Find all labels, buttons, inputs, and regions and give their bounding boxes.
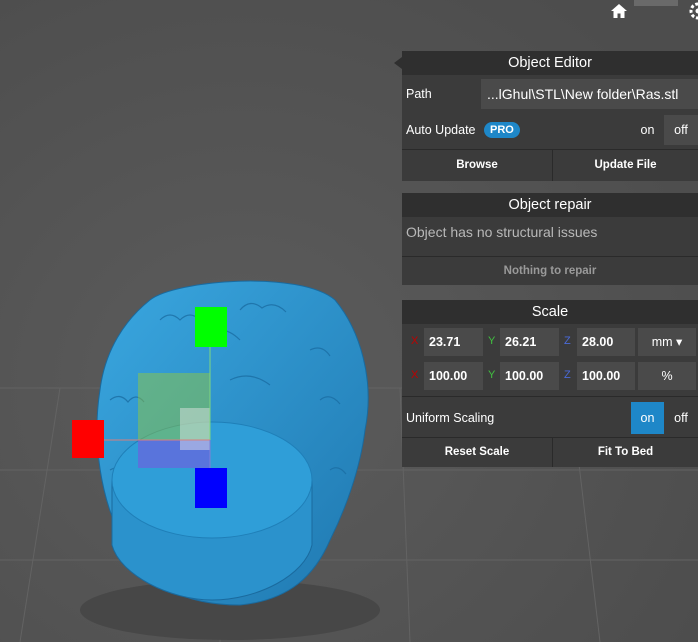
uniform-scaling-off[interactable]: off: [664, 402, 698, 434]
unit-select[interactable]: mm ▾: [638, 328, 696, 356]
object-repair-panel: Object repair Object has no structural i…: [402, 193, 698, 285]
panel-caret: [394, 57, 402, 69]
axis-z-label: Z: [564, 369, 571, 381]
fit-to-bed-button[interactable]: Fit To Bed: [553, 438, 698, 467]
axis-y-label: Y: [488, 335, 496, 347]
percent-x-input[interactable]: 100.00: [424, 362, 483, 390]
path-field[interactable]: ...lGhul\STL\New folder\Ras.stl: [481, 79, 698, 109]
size-y-input[interactable]: 26.21: [500, 328, 559, 356]
repair-status-text: Object has no structural issues: [406, 224, 598, 240]
axis-x-label: X: [411, 335, 419, 347]
gizmo-z-handle: [195, 468, 227, 508]
pro-badge: PRO: [484, 122, 520, 138]
size-x-input[interactable]: 23.71: [424, 328, 483, 356]
axis-y-label: Y: [488, 369, 496, 381]
toolbar-button-box[interactable]: [634, 0, 678, 6]
percent-z-input[interactable]: 100.00: [577, 362, 635, 390]
gizmo-x-handle: [72, 420, 104, 458]
object-editor-title: Object Editor: [402, 51, 698, 75]
size-z-input[interactable]: 28.00: [577, 328, 635, 356]
percent-unit: %: [638, 362, 696, 390]
uniform-scaling-label: Uniform Scaling: [406, 411, 495, 425]
nothing-to-repair-button: Nothing to repair: [402, 257, 698, 285]
gear-icon[interactable]: [686, 2, 698, 23]
path-label: Path: [406, 87, 432, 101]
gizmo-y-handle: [195, 307, 227, 347]
update-file-button[interactable]: Update File: [553, 150, 698, 180]
auto-update-on[interactable]: on: [631, 115, 664, 145]
uniform-scaling-on[interactable]: on: [631, 402, 664, 434]
home-icon[interactable]: [610, 2, 628, 23]
gizmo-plane-yz: [180, 408, 210, 450]
auto-update-off[interactable]: off: [664, 115, 698, 145]
axis-z-label: Z: [564, 335, 571, 347]
axis-x-label: X: [411, 369, 419, 381]
percent-y-input[interactable]: 100.00: [500, 362, 559, 390]
auto-update-label: Auto Update: [406, 123, 476, 137]
browse-button[interactable]: Browse: [402, 150, 552, 180]
object-editor-panel: Object Editor Path ...lGhul\STL\New fold…: [394, 51, 698, 181]
reset-scale-button[interactable]: Reset Scale: [402, 438, 552, 467]
scale-panel: Scale X 23.71 Y 26.21 Z 28.00 mm ▾ X 100…: [402, 300, 698, 467]
scale-title: Scale: [402, 300, 698, 324]
object-repair-title: Object repair: [402, 193, 698, 217]
